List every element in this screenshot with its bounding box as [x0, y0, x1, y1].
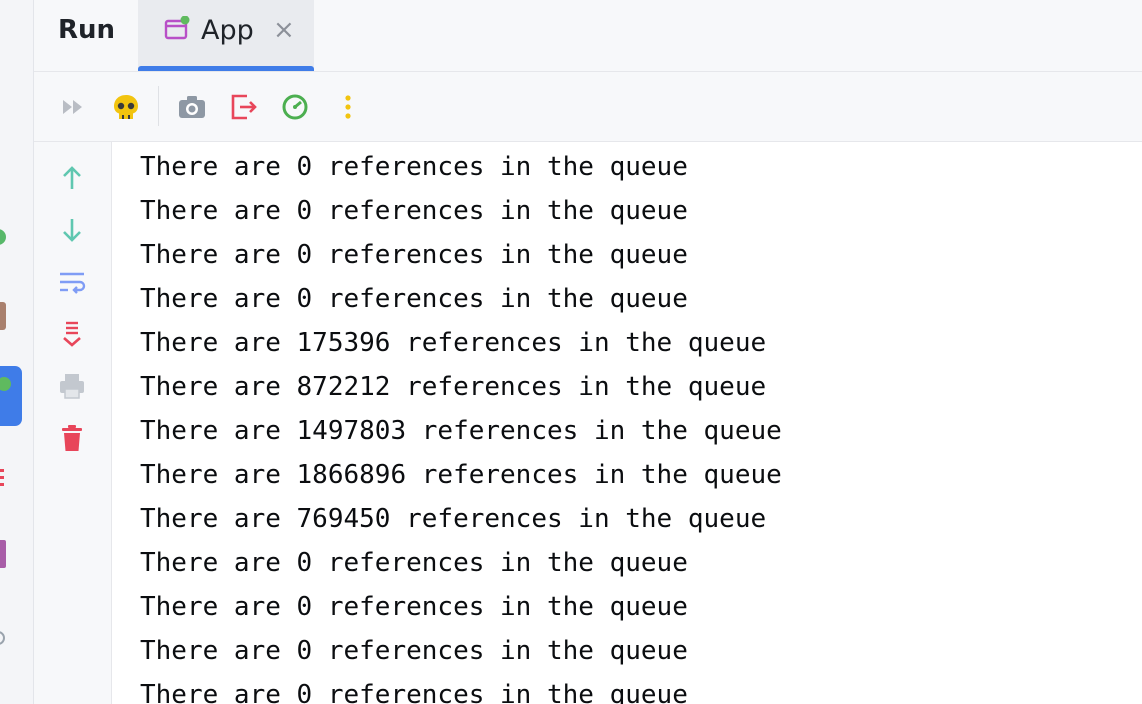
active-tab-indicator: [138, 66, 314, 71]
clear-all-button[interactable]: [57, 423, 87, 453]
tab-label: App: [201, 15, 254, 46]
thread-dump-button[interactable]: [177, 92, 207, 122]
run-tool-window-header: Run App ×: [34, 0, 1142, 72]
build-icon[interactable]: [0, 300, 10, 336]
console-line: There are 0 references in the queue: [140, 592, 688, 622]
console-line: There are 0 references in the queue: [140, 284, 688, 314]
toolbar-separator: [158, 86, 159, 126]
exit-button[interactable]: [229, 92, 259, 122]
skull-icon: [114, 95, 138, 119]
terminal-icon[interactable]: [0, 540, 10, 574]
fast-forward-icon: [63, 100, 82, 114]
stop-button[interactable]: [111, 92, 141, 122]
exit-icon: [231, 94, 257, 120]
soft-wrap-icon: [60, 272, 86, 294]
camera-icon: [179, 96, 205, 118]
console-output[interactable]: There are 0 references in the queue Ther…: [112, 142, 1142, 704]
console-line: There are 1866896 references in the queu…: [140, 460, 782, 490]
printer-icon: [60, 374, 84, 399]
console-line: There are 769450 references in the queue: [140, 504, 767, 534]
console-line: There are 0 references in the queue: [140, 548, 688, 578]
run-tool-icon[interactable]: [0, 366, 24, 430]
kebab-icon: [345, 95, 351, 119]
console-line: There are 1497803 references in the queu…: [140, 416, 782, 446]
tab-close-button[interactable]: ×: [273, 15, 295, 45]
console-line: There are 0 references in the queue: [140, 680, 688, 704]
console-line: There are 175396 references in the queue: [140, 328, 767, 358]
print-button[interactable]: [57, 371, 87, 401]
gauge-icon: [282, 94, 308, 120]
services-icon[interactable]: [0, 622, 12, 658]
console-line: There are 0 references in the queue: [140, 152, 688, 182]
console-line: There are 0 references in the queue: [140, 196, 688, 226]
more-options-button[interactable]: [333, 92, 363, 122]
app-window-icon: [164, 15, 190, 46]
problems-icon[interactable]: [0, 467, 10, 493]
tab-app[interactable]: App ×: [138, 0, 314, 71]
scroll-up-button[interactable]: [57, 163, 87, 193]
soft-wrap-button[interactable]: [57, 267, 87, 297]
scroll-to-end-button[interactable]: [57, 319, 87, 349]
arrow-down-icon: [63, 219, 81, 242]
console-side-toolbar: [34, 142, 112, 704]
rerun-button[interactable]: [58, 92, 88, 122]
arrow-up-icon: [63, 166, 81, 189]
scroll-to-end-icon: [63, 321, 81, 347]
console-line: There are 0 references in the queue: [140, 636, 688, 666]
tool-window-stripe: [0, 0, 34, 704]
run-toolbar: [34, 72, 1142, 142]
profiler-button[interactable]: [280, 92, 310, 122]
plugin-icon[interactable]: [0, 225, 10, 253]
scroll-down-button[interactable]: [57, 215, 87, 245]
console-line: There are 0 references in the queue: [140, 240, 688, 270]
tool-window-title: Run: [58, 15, 116, 45]
trash-icon: [62, 425, 82, 451]
console-line: There are 872212 references in the queue: [140, 372, 767, 402]
